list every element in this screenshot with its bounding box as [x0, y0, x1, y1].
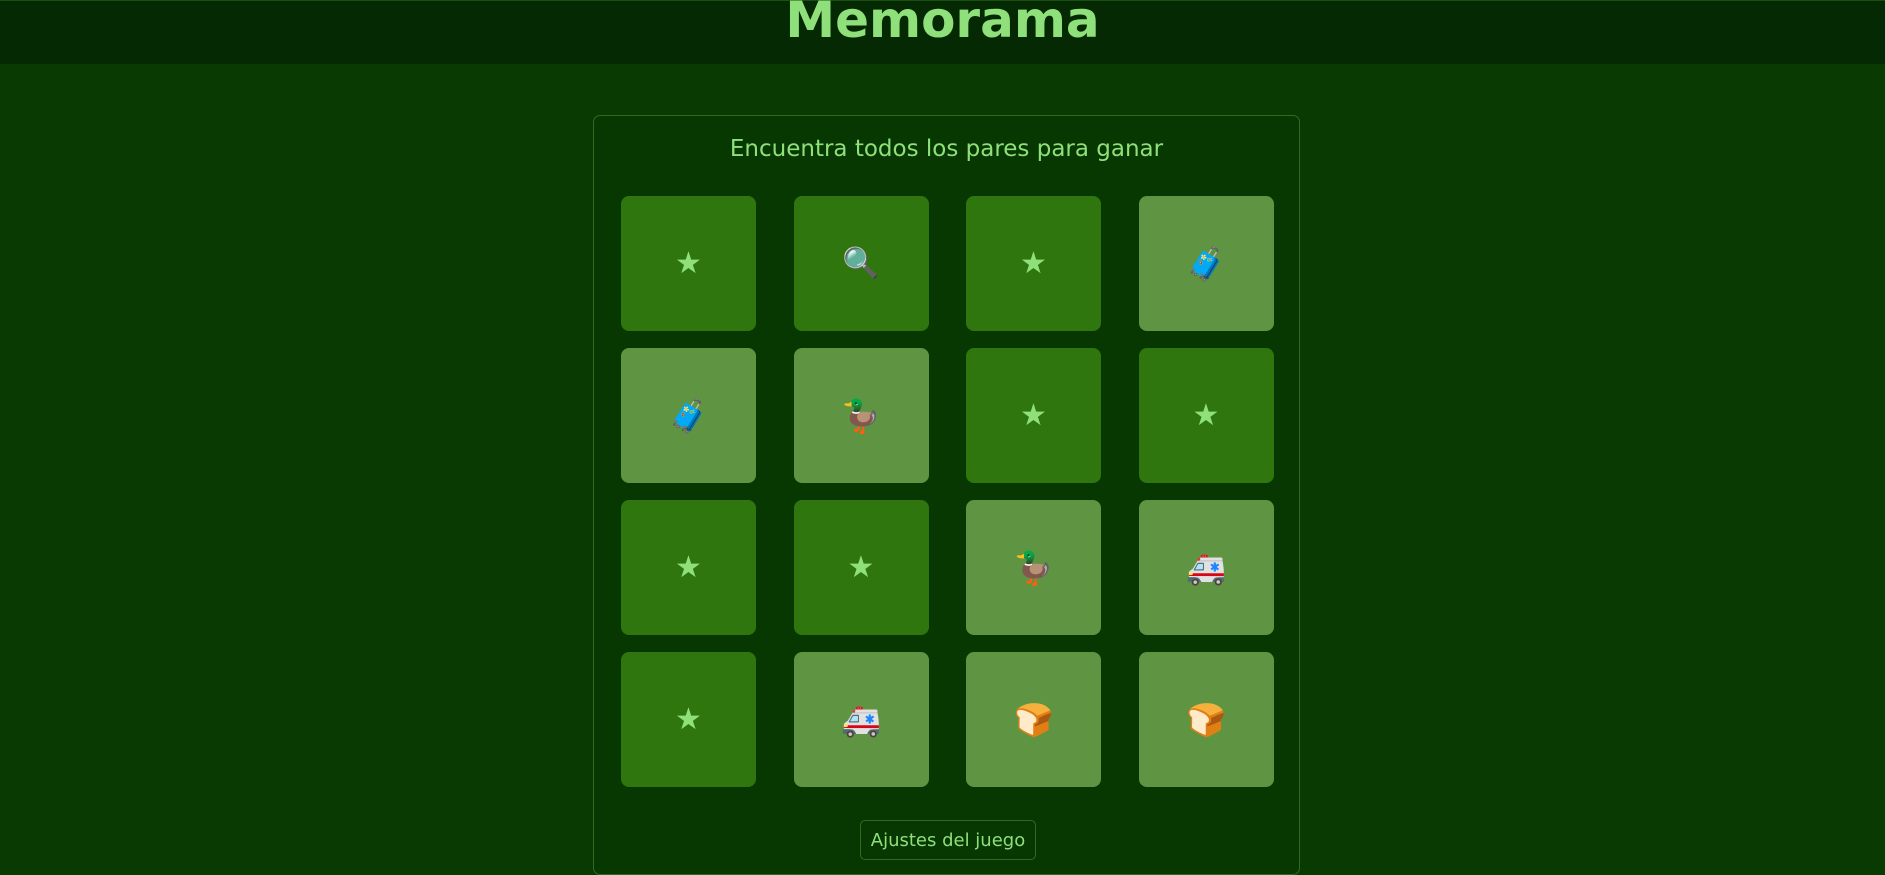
page-title: Memorama — [785, 0, 1100, 49]
duck-icon: 🦆 — [1013, 548, 1054, 587]
memory-card[interactable]: 🍞 — [966, 652, 1101, 787]
memory-card[interactable]: ★ — [621, 500, 756, 635]
ambulance-icon: 🚑 — [841, 700, 881, 739]
card-grid: ★ 🔍 ★ 🧳 🧳 🦆 ★ ★ ★ ★ 🦆 🚑 ★ 🚑 🍞 🍞 — [621, 196, 1274, 787]
memory-card[interactable]: 🧳 — [621, 348, 756, 483]
memory-card[interactable]: 🔍 — [793, 196, 929, 331]
memory-card[interactable]: ★ — [1138, 348, 1274, 483]
star-icon: ★ — [1020, 245, 1047, 281]
game-instructions: Encuentra todos los pares para ganar — [729, 136, 1164, 162]
game-board-panel: Encuentra todos los pares para ganar ★ 🔍… — [593, 115, 1300, 875]
star-icon: ★ — [1020, 397, 1047, 433]
memory-card[interactable]: ★ — [966, 196, 1101, 331]
duck-icon: 🦆 — [841, 396, 881, 435]
memory-card[interactable]: 🦆 — [793, 348, 929, 483]
star-icon: ★ — [675, 245, 702, 281]
star-icon: ★ — [675, 549, 702, 585]
memory-card[interactable]: 🍞 — [1138, 652, 1274, 787]
luggage-icon: 🧳 — [1186, 244, 1226, 283]
star-icon: ★ — [847, 549, 875, 585]
star-icon: ★ — [675, 701, 702, 737]
ambulance-icon: 🚑 — [1186, 548, 1226, 587]
memory-card[interactable]: ★ — [966, 348, 1101, 483]
memory-card[interactable]: ★ — [621, 652, 756, 787]
memory-card[interactable]: 🚑 — [1138, 500, 1274, 635]
memory-card[interactable]: 🚑 — [793, 652, 929, 787]
magnifying-glass-icon: 🔍 — [842, 245, 880, 281]
memory-card[interactable]: ★ — [793, 500, 929, 635]
bread-icon: 🍞 — [1186, 700, 1226, 739]
app-header: Memorama — [0, 0, 1885, 64]
luggage-icon: 🧳 — [668, 396, 709, 435]
memory-card[interactable]: ★ — [621, 196, 756, 331]
memory-card[interactable]: 🦆 — [966, 500, 1101, 635]
game-settings-button[interactable]: Ajustes del juego — [860, 820, 1036, 860]
memory-card[interactable]: 🧳 — [1138, 196, 1274, 331]
star-icon: ★ — [1192, 397, 1220, 433]
bread-icon: 🍞 — [1013, 700, 1054, 739]
